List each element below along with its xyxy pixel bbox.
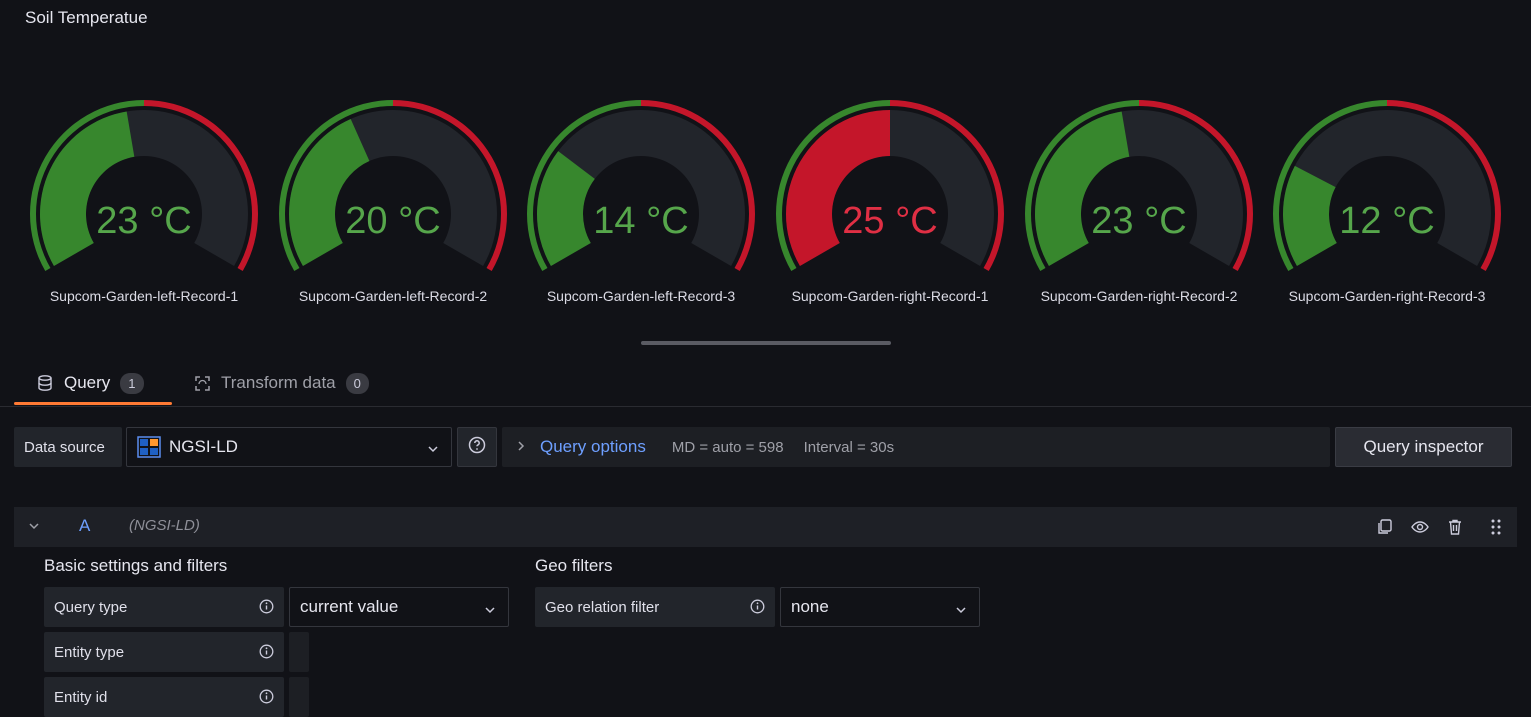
ngsi-ld-logo — [137, 436, 161, 458]
gauge-value: 20 °C — [345, 200, 441, 242]
geo-relation-select[interactable]: none — [780, 587, 980, 627]
gauge-label: Supcom-Garden-left-Record-2 — [298, 288, 488, 304]
gauge-label: Supcom-Garden-left-Record-3 — [546, 288, 736, 304]
datasource-help-button[interactable] — [457, 427, 497, 467]
horizontal-scrollbar[interactable] — [641, 341, 891, 345]
question-circle-icon — [468, 436, 486, 459]
section-geo-filters: Geo filters — [535, 556, 613, 575]
eye-icon[interactable] — [1411, 518, 1429, 536]
gauge-value: 23 °C — [96, 200, 192, 242]
gauge-label: Supcom-Garden-right-Record-1 — [791, 288, 989, 304]
query-type-label-text: Query type — [54, 598, 128, 616]
drag-handle-icon[interactable] — [1487, 518, 1505, 536]
info-icon[interactable] — [259, 599, 274, 618]
query-options-toggle[interactable]: Query options MD = auto = 598 Interval =… — [502, 427, 1330, 467]
query-datasource-name: (NGSI-LD) — [129, 517, 200, 534]
entity-type-label-text: Entity type — [54, 643, 125, 661]
chevron-right-icon — [516, 439, 526, 456]
info-icon[interactable] — [259, 644, 274, 663]
gauge: 20 °C Supcom-Garden-left-Record-2 — [279, 40, 527, 310]
tab-query-count: 1 — [120, 372, 144, 394]
gauge-value-bar — [289, 118, 370, 266]
entity-id-input[interactable] — [289, 677, 309, 717]
gauge-svg — [30, 100, 258, 271]
geo-relation-label: Geo relation filter — [535, 587, 775, 627]
gauge: 25 °C Supcom-Garden-right-Record-1 — [776, 40, 1024, 310]
tab-transform-label: Transform data — [221, 373, 336, 392]
gauge-label: Supcom-Garden-right-Record-3 — [1288, 288, 1486, 304]
chevron-down-icon — [484, 601, 496, 621]
geo-relation-label-text: Geo relation filter — [545, 598, 660, 616]
gauge: 23 °C Supcom-Garden-left-Record-1 — [30, 40, 278, 310]
gauge-value: 23 °C — [1091, 200, 1187, 242]
query-options-md: MD = auto = 598 — [671, 438, 784, 456]
gauge-value: 14 °C — [593, 200, 689, 242]
trash-icon[interactable] — [1446, 518, 1464, 536]
query-type-value: current value — [300, 597, 399, 616]
query-options-title: Query options — [540, 437, 646, 456]
entity-type-input[interactable] — [289, 632, 309, 672]
geo-relation-value: none — [791, 597, 829, 616]
gauge: 14 °C Supcom-Garden-left-Record-3 — [527, 40, 775, 310]
gauge-svg — [1025, 100, 1253, 271]
query-row-header: A (NGSI-LD) — [14, 507, 1517, 547]
section-basic-settings: Basic settings and filters — [44, 556, 228, 575]
gauge-svg — [527, 100, 755, 271]
entity-id-label: Entity id — [44, 677, 284, 717]
gauge-value: 25 °C — [842, 200, 938, 242]
gauge-svg — [279, 100, 507, 271]
chevron-down-icon — [427, 440, 439, 460]
gauge-svg — [776, 100, 1004, 271]
gauge: 23 °C Supcom-Garden-right-Record-2 — [1025, 40, 1273, 310]
gauge-label: Supcom-Garden-right-Record-2 — [1040, 288, 1238, 304]
query-options-interval: Interval = 30s — [803, 438, 895, 456]
query-tabs: Query 1 Transform data 0 — [0, 360, 1531, 407]
active-tab-indicator — [14, 402, 172, 405]
chevron-down-icon — [955, 601, 967, 621]
entity-id-label-text: Entity id — [54, 688, 108, 706]
info-icon[interactable] — [750, 599, 765, 618]
collapse-chevron-icon[interactable] — [28, 519, 40, 537]
tab-query[interactable]: Query 1 — [36, 360, 144, 406]
query-type-select[interactable]: current value — [289, 587, 509, 627]
panel-title: Soil Temperatue — [25, 8, 148, 27]
gauge-row: 23 °C Supcom-Garden-left-Record-1 20 °C Sup… — [0, 40, 1531, 320]
copy-icon[interactable] — [1376, 518, 1394, 536]
datasource-value: NGSI-LD — [169, 437, 238, 456]
gauge-svg — [1273, 100, 1501, 271]
transform-icon — [193, 374, 211, 392]
tab-transform-count: 0 — [345, 372, 369, 394]
database-icon — [36, 374, 54, 392]
gauge-value: 12 °C — [1339, 200, 1435, 242]
query-ref-id[interactable]: A — [79, 516, 90, 536]
datasource-select[interactable]: NGSI-LD — [126, 427, 452, 467]
gauge: 12 °C Supcom-Garden-right-Record-3 — [1273, 40, 1521, 310]
query-type-label: Query type — [44, 587, 284, 627]
datasource-label: Data source — [14, 427, 122, 467]
gauge-label: Supcom-Garden-left-Record-1 — [49, 288, 239, 304]
tab-transform-data[interactable]: Transform data 0 — [193, 360, 369, 406]
query-inspector-button[interactable]: Query inspector — [1335, 427, 1512, 467]
tab-query-label: Query — [64, 373, 111, 392]
info-icon[interactable] — [259, 689, 274, 708]
entity-type-label: Entity type — [44, 632, 284, 672]
